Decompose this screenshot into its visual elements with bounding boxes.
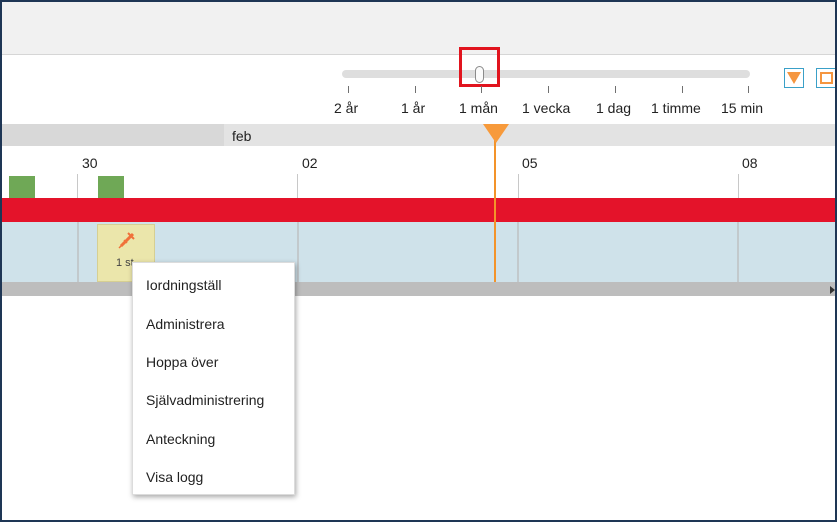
zoom-level-1-month[interactable]: 1 mån — [459, 100, 498, 116]
day-gridline — [517, 222, 519, 282]
zoom-tick — [748, 86, 749, 93]
zoom-tick — [615, 86, 616, 93]
filter-icon[interactable] — [784, 68, 804, 88]
day-label: 30 — [82, 155, 98, 171]
day-tick — [738, 174, 739, 198]
square-icon — [820, 72, 833, 84]
zoom-slider-track[interactable] — [342, 70, 750, 78]
menu-item-administer[interactable]: Administrera — [146, 316, 225, 332]
select-square-icon[interactable] — [816, 68, 835, 88]
menu-item-self-administration[interactable]: Självadministrering — [146, 392, 264, 408]
day-gridline — [297, 222, 299, 282]
zoom-level-1-year[interactable]: 1 år — [401, 100, 425, 116]
day-label: 02 — [302, 155, 318, 171]
app-window: 2 år 1 år 1 mån 1 vecka 1 dag 1 timme 15… — [0, 0, 837, 522]
menu-item-note[interactable]: Anteckning — [146, 431, 215, 447]
zoom-level-1-day[interactable]: 1 dag — [596, 100, 631, 116]
top-toolbar — [2, 2, 835, 55]
day-label: 05 — [522, 155, 538, 171]
previous-month-segment — [2, 124, 224, 146]
zoom-tick — [548, 86, 549, 93]
zoom-level-15-min[interactable]: 15 min — [721, 100, 763, 116]
zoom-tick — [415, 86, 416, 93]
menu-item-show-log[interactable]: Visa logg — [146, 469, 203, 485]
zoom-level-1-hour[interactable]: 1 timme — [651, 100, 701, 116]
day-gridline — [737, 222, 739, 282]
month-label: feb — [232, 128, 252, 144]
day-tick — [518, 174, 519, 198]
day-gridline — [77, 222, 79, 282]
month-header-row — [2, 124, 835, 146]
day-label: 08 — [742, 155, 758, 171]
zoom-handle-highlight — [459, 47, 500, 87]
day-tick — [77, 174, 78, 198]
menu-item-prepare[interactable]: Iordningställ — [146, 277, 222, 293]
syringe-icon — [118, 232, 135, 249]
alert-band — [2, 198, 835, 222]
zoom-tick — [481, 86, 482, 93]
triangle-down-icon — [787, 72, 801, 84]
current-time-marker-icon[interactable] — [483, 124, 509, 143]
day-tick — [297, 174, 298, 198]
current-time-line — [494, 140, 496, 282]
zoom-tick — [682, 86, 683, 93]
horizontal-scrollbar[interactable] — [2, 282, 835, 296]
zoom-tick — [348, 86, 349, 93]
scroll-right-arrow-icon[interactable] — [830, 286, 835, 294]
menu-item-skip[interactable]: Hoppa över — [146, 354, 218, 370]
context-menu: Iordningställ Administrera Hoppa över Sj… — [132, 262, 295, 495]
activity-marker — [9, 176, 35, 198]
activity-marker — [98, 176, 124, 198]
zoom-level-2-years[interactable]: 2 år — [334, 100, 358, 116]
zoom-level-1-week[interactable]: 1 vecka — [522, 100, 570, 116]
